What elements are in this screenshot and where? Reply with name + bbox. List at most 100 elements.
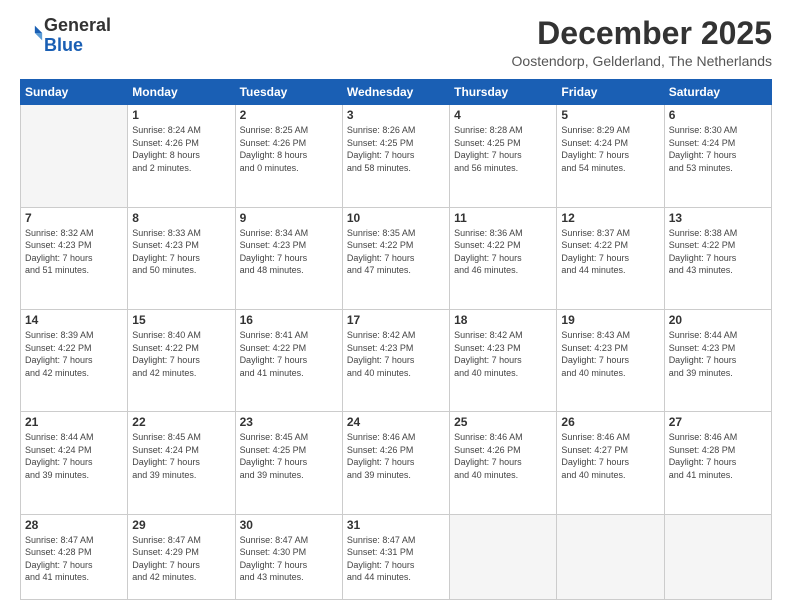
- day-info: Sunrise: 8:46 AMSunset: 4:26 PMDaylight:…: [347, 431, 445, 481]
- day-number: 27: [669, 415, 767, 429]
- day-info: Sunrise: 8:24 AMSunset: 4:26 PMDaylight:…: [132, 124, 230, 174]
- table-row: 19Sunrise: 8:43 AMSunset: 4:23 PMDayligh…: [557, 309, 664, 411]
- table-row: 8 Sunrise: 8:33 AMSunset: 4:23 PMDaylight…: [128, 207, 235, 309]
- day-info: Sunrise: 8:28 AMSunset: 4:25 PMDaylight:…: [454, 124, 552, 174]
- day-number: 11: [454, 211, 552, 225]
- day-info: Sunrise: 8:29 AMSunset: 4:24 PMDaylight:…: [561, 124, 659, 174]
- table-row: [450, 514, 557, 599]
- table-row: 7Sunrise: 8:32 AMSunset: 4:23 PMDaylight…: [21, 207, 128, 309]
- day-number: 25: [454, 415, 552, 429]
- day-info: Sunrise: 8:46 AMSunset: 4:27 PMDaylight:…: [561, 431, 659, 481]
- day-info: Sunrise: 8:39 AMSunset: 4:22 PMDaylight:…: [25, 329, 123, 379]
- table-row: 2 Sunrise: 8:25 AMSunset: 4:26 PMDaylight…: [235, 105, 342, 207]
- day-number: 15: [132, 313, 230, 327]
- day-info: Sunrise: 8:47 AMSunset: 4:30 PMDaylight:…: [240, 534, 338, 584]
- day-info: Sunrise: 8:47 AMSunset: 4:29 PMDaylight:…: [132, 534, 230, 584]
- calendar-table: Sunday Monday Tuesday Wednesday Thursday…: [20, 79, 772, 600]
- day-info: Sunrise: 8:44 AMSunset: 4:23 PMDaylight:…: [669, 329, 767, 379]
- title-block: December 2025 Oostendorp, Gelderland, Th…: [512, 16, 772, 69]
- table-row: 5 Sunrise: 8:29 AMSunset: 4:24 PMDaylight…: [557, 105, 664, 207]
- header-sunday: Sunday: [21, 80, 128, 105]
- table-row: 10 Sunrise: 8:35 AMSunset: 4:22 PMDayligh…: [342, 207, 449, 309]
- day-info: Sunrise: 8:40 AMSunset: 4:22 PMDaylight:…: [132, 329, 230, 379]
- table-row: 31 Sunrise: 8:47 AMSunset: 4:31 PMDayligh…: [342, 514, 449, 599]
- day-number: 5: [561, 108, 659, 122]
- header-thursday: Thursday: [450, 80, 557, 105]
- day-info: Sunrise: 8:46 AMSunset: 4:26 PMDaylight:…: [454, 431, 552, 481]
- logo-blue-text: Blue: [44, 35, 83, 55]
- table-row: 22Sunrise: 8:45 AMSunset: 4:24 PMDayligh…: [128, 412, 235, 514]
- day-info: Sunrise: 8:38 AMSunset: 4:22 PMDaylight:…: [669, 227, 767, 277]
- table-row: 11 Sunrise: 8:36 AMSunset: 4:22 PMDayligh…: [450, 207, 557, 309]
- table-row: 13Sunrise: 8:38 AMSunset: 4:22 PMDayligh…: [664, 207, 771, 309]
- header-saturday: Saturday: [664, 80, 771, 105]
- day-info: Sunrise: 8:44 AMSunset: 4:24 PMDaylight:…: [25, 431, 123, 481]
- header-wednesday: Wednesday: [342, 80, 449, 105]
- table-row: 17 Sunrise: 8:42 AMSunset: 4:23 PMDayligh…: [342, 309, 449, 411]
- table-row: 24 Sunrise: 8:46 AMSunset: 4:26 PMDayligh…: [342, 412, 449, 514]
- day-number: 29: [132, 518, 230, 532]
- day-number: 8: [132, 211, 230, 225]
- table-row: 26 Sunrise: 8:46 AMSunset: 4:27 PMDayligh…: [557, 412, 664, 514]
- header-friday: Friday: [557, 80, 664, 105]
- header: General Blue December 2025 Oostendorp, G…: [20, 16, 772, 69]
- day-info: Sunrise: 8:42 AMSunset: 4:23 PMDaylight:…: [454, 329, 552, 379]
- day-number: 22: [132, 415, 230, 429]
- table-row: 4 Sunrise: 8:28 AMSunset: 4:25 PMDaylight…: [450, 105, 557, 207]
- day-info: Sunrise: 8:25 AMSunset: 4:26 PMDaylight:…: [240, 124, 338, 174]
- day-number: 3: [347, 108, 445, 122]
- day-info: Sunrise: 8:42 AMSunset: 4:23 PMDaylight:…: [347, 329, 445, 379]
- day-number: 6: [669, 108, 767, 122]
- table-row: 3Sunrise: 8:26 AMSunset: 4:25 PMDaylight…: [342, 105, 449, 207]
- day-number: 10: [347, 211, 445, 225]
- table-row: 20 Sunrise: 8:44 AMSunset: 4:23 PMDayligh…: [664, 309, 771, 411]
- day-info: Sunrise: 8:36 AMSunset: 4:22 PMDaylight:…: [454, 227, 552, 277]
- day-info: Sunrise: 8:34 AMSunset: 4:23 PMDaylight:…: [240, 227, 338, 277]
- day-info: Sunrise: 8:47 AMSunset: 4:31 PMDaylight:…: [347, 534, 445, 584]
- day-number: 17: [347, 313, 445, 327]
- day-number: 21: [25, 415, 123, 429]
- table-row: [664, 514, 771, 599]
- day-number: 23: [240, 415, 338, 429]
- logo-general-text: General: [44, 15, 111, 35]
- table-row: 16Sunrise: 8:41 AMSunset: 4:22 PMDayligh…: [235, 309, 342, 411]
- day-number: 1: [132, 108, 230, 122]
- day-info: Sunrise: 8:43 AMSunset: 4:23 PMDaylight:…: [561, 329, 659, 379]
- table-row: 1 Sunrise: 8:24 AMSunset: 4:26 PMDaylight…: [128, 105, 235, 207]
- table-row: 14 Sunrise: 8:39 AMSunset: 4:22 PMDayligh…: [21, 309, 128, 411]
- day-info: Sunrise: 8:33 AMSunset: 4:23 PMDaylight:…: [132, 227, 230, 277]
- day-info: Sunrise: 8:47 AMSunset: 4:28 PMDaylight:…: [25, 534, 123, 584]
- day-number: 14: [25, 313, 123, 327]
- day-number: 9: [240, 211, 338, 225]
- table-row: 15 Sunrise: 8:40 AMSunset: 4:22 PMDayligh…: [128, 309, 235, 411]
- day-number: 4: [454, 108, 552, 122]
- table-row: 25 Sunrise: 8:46 AMSunset: 4:26 PMDayligh…: [450, 412, 557, 514]
- day-number: 20: [669, 313, 767, 327]
- day-number: 31: [347, 518, 445, 532]
- table-row: 23 Sunrise: 8:45 AMSunset: 4:25 PMDayligh…: [235, 412, 342, 514]
- day-number: 24: [347, 415, 445, 429]
- weekday-header-row: Sunday Monday Tuesday Wednesday Thursday…: [21, 80, 772, 105]
- day-info: Sunrise: 8:30 AMSunset: 4:24 PMDaylight:…: [669, 124, 767, 174]
- day-number: 12: [561, 211, 659, 225]
- table-row: [21, 105, 128, 207]
- day-number: 28: [25, 518, 123, 532]
- day-info: Sunrise: 8:45 AMSunset: 4:25 PMDaylight:…: [240, 431, 338, 481]
- page: General Blue December 2025 Oostendorp, G…: [0, 0, 792, 612]
- table-row: 21 Sunrise: 8:44 AMSunset: 4:24 PMDayligh…: [21, 412, 128, 514]
- month-title: December 2025: [512, 16, 772, 51]
- day-info: Sunrise: 8:35 AMSunset: 4:22 PMDaylight:…: [347, 227, 445, 277]
- day-number: 30: [240, 518, 338, 532]
- table-row: 18Sunrise: 8:42 AMSunset: 4:23 PMDayligh…: [450, 309, 557, 411]
- logo-icon: [22, 22, 44, 44]
- table-row: 30 Sunrise: 8:47 AMSunset: 4:30 PMDayligh…: [235, 514, 342, 599]
- table-row: 9 Sunrise: 8:34 AMSunset: 4:23 PMDaylight…: [235, 207, 342, 309]
- day-number: 26: [561, 415, 659, 429]
- day-number: 2: [240, 108, 338, 122]
- logo: General Blue: [20, 16, 111, 56]
- day-info: Sunrise: 8:46 AMSunset: 4:28 PMDaylight:…: [669, 431, 767, 481]
- header-monday: Monday: [128, 80, 235, 105]
- day-info: Sunrise: 8:32 AMSunset: 4:23 PMDaylight:…: [25, 227, 123, 277]
- table-row: 6 Sunrise: 8:30 AMSunset: 4:24 PMDaylight…: [664, 105, 771, 207]
- day-number: 16: [240, 313, 338, 327]
